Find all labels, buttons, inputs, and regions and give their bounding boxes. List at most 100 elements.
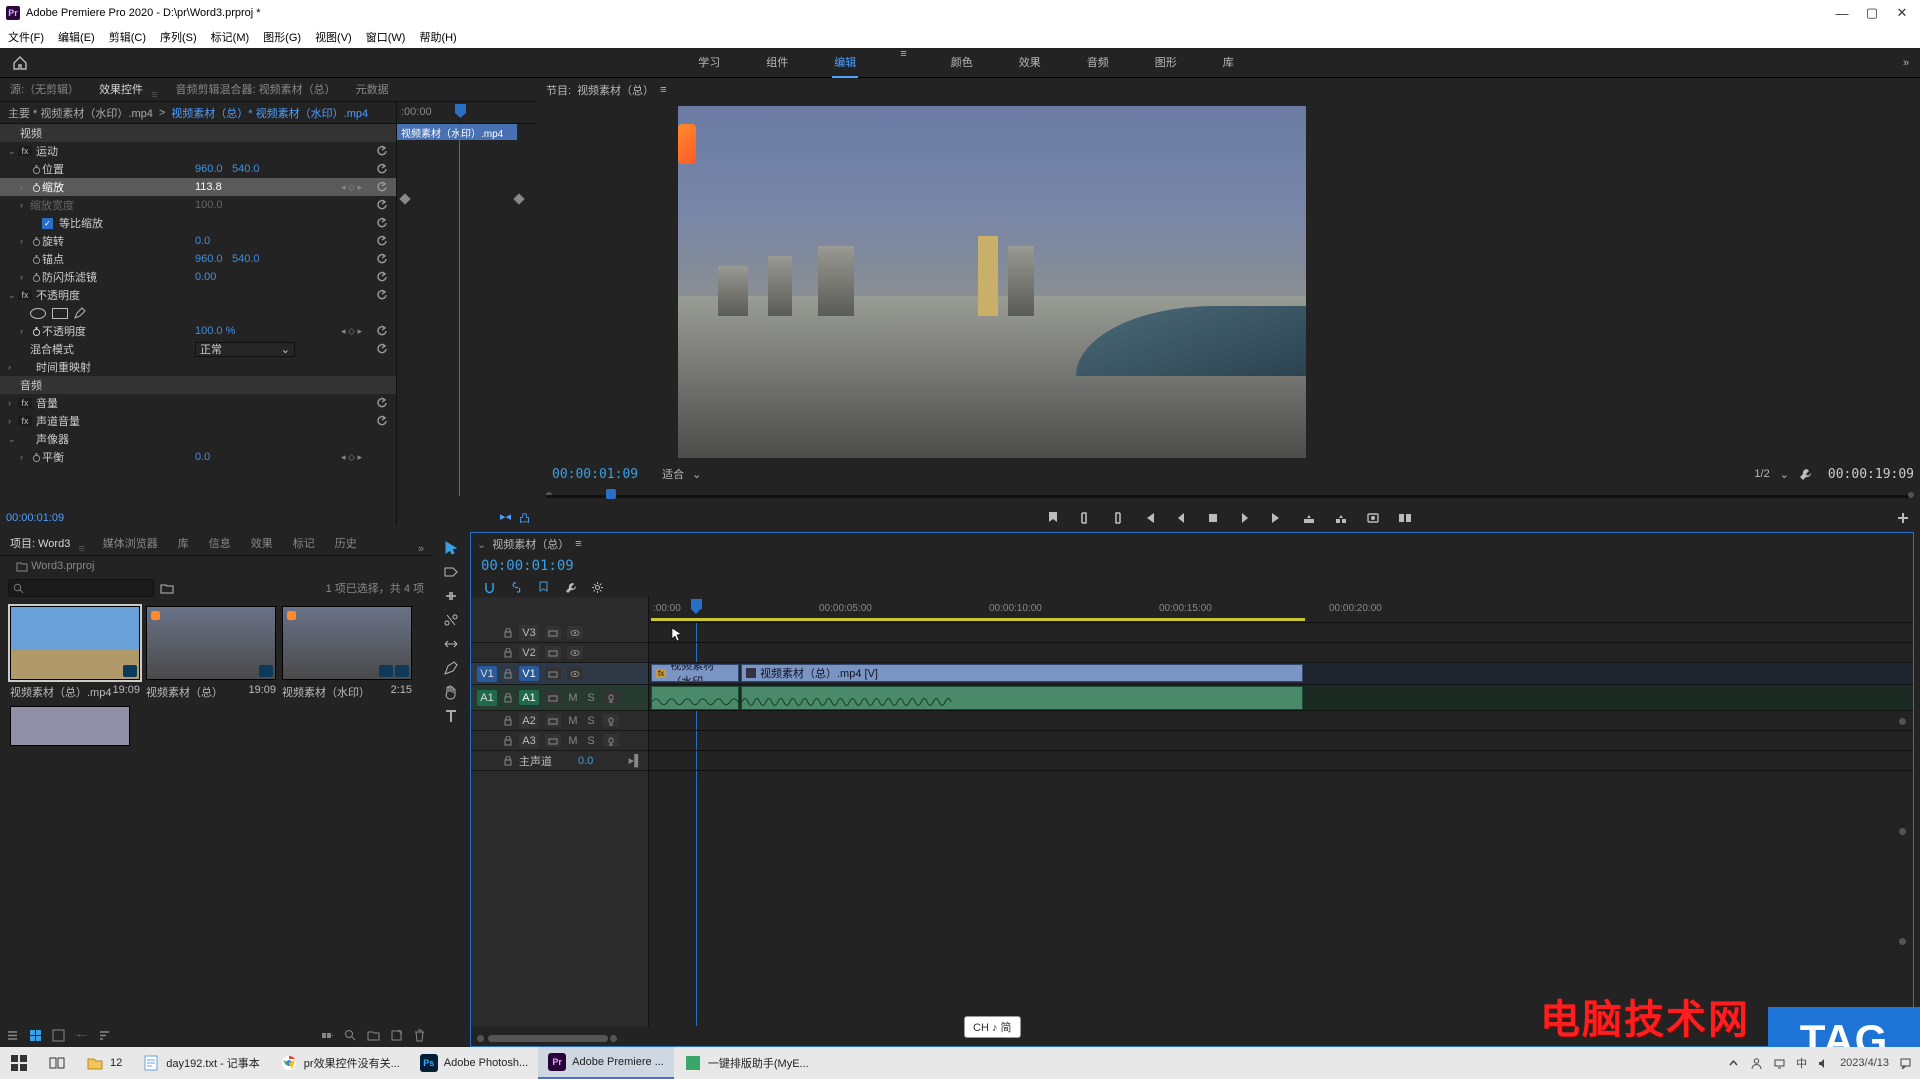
find-icon[interactable] [344,1029,357,1042]
step-back-icon[interactable] [1174,511,1188,525]
zoom-select[interactable]: 适合 [662,466,684,482]
stopwatch-icon[interactable] [30,255,42,264]
anchor-x[interactable]: 960.0 [195,253,223,265]
keyframe-nav[interactable]: ◂ ◇ ▸ [341,182,362,193]
resolution-select[interactable]: 1/2 [1754,468,1769,480]
ec-footer-timecode[interactable]: 00:00:01:09 [6,512,64,524]
linked-sel-icon[interactable] [510,581,523,594]
zoom-v-handle[interactable] [1899,718,1906,725]
reset-icon[interactable] [376,289,388,301]
export-frame-icon[interactable] [1366,511,1380,525]
volume-group[interactable]: 音量 [36,395,58,411]
reset-icon[interactable] [376,199,388,211]
eye-icon[interactable] [567,667,583,680]
ws-learn[interactable]: 学习 [696,48,722,78]
sync-lock-icon[interactable] [545,646,561,659]
ws-color[interactable]: 颜色 [949,48,975,78]
lock-icon[interactable] [503,693,513,703]
src-a1[interactable]: A1 [477,690,497,706]
menu-file[interactable]: 文件(F) [8,29,44,45]
tab-source[interactable]: 源:（无剪辑） [8,77,81,101]
reset-icon[interactable] [376,397,388,409]
type-tool-icon[interactable] [443,708,459,724]
minimize-button[interactable]: — [1836,7,1848,19]
ime-indicator[interactable]: CH ♪ 简 [964,1016,1021,1038]
hzoom-right[interactable] [610,1035,617,1042]
eye-icon[interactable] [567,626,583,639]
voice-icon[interactable] [603,691,619,704]
expand-icon[interactable]: ⌄ [8,290,18,301]
keyframe-nav[interactable]: ◂ ◇ ▸ [341,326,362,337]
keyframe-nav[interactable]: ◂ ◇ ▸ [341,452,362,463]
tab-media-browser[interactable]: 媒体浏览器 [101,531,160,555]
zoom-slider[interactable] [75,1029,88,1042]
menu-sequence[interactable]: 序列(S) [160,29,197,45]
tl-gear-icon[interactable] [591,581,604,594]
extract-icon[interactable] [1334,511,1348,525]
lock-icon[interactable] [503,756,513,766]
track-a2[interactable]: A2 [519,713,539,728]
ec-master-clip[interactable]: 主要 * 视频素材（水印）.mp4 [8,105,153,121]
reset-icon[interactable] [376,253,388,265]
tray-up-icon[interactable] [1727,1057,1740,1070]
ripple-tool-icon[interactable] [443,588,459,604]
tab-metadata[interactable]: 元数据 [354,77,391,101]
new-bin-icon[interactable] [367,1029,380,1042]
tb-explorer[interactable]: 12 [76,1047,132,1079]
sync-lock-icon[interactable] [545,691,561,704]
open-bin-icon[interactable] [160,582,174,594]
tab-effects[interactable]: 效果 [249,531,275,555]
tb-photoshop[interactable]: PsAdobe Photosh... [410,1047,538,1079]
new-item-icon[interactable] [390,1029,403,1042]
mask-ellipse-button[interactable] [30,308,46,319]
lock-icon[interactable] [503,648,513,658]
eye-icon[interactable] [567,646,583,659]
reset-icon[interactable] [376,145,388,157]
menu-view[interactable]: 视图(V) [315,29,352,45]
ec-out-icon[interactable]: 凸 [519,510,530,526]
pen-tool-icon[interactable] [443,660,459,676]
src-v1[interactable]: V1 [477,666,497,682]
tab-markers[interactable]: 标记 [291,531,317,555]
hzoom-left[interactable] [477,1035,484,1042]
tb-app[interactable]: 一键排版助手(MyE... [674,1047,819,1079]
track-a3[interactable]: A3 [519,733,539,748]
track-v1[interactable]: V1 [519,666,539,681]
lock-icon[interactable] [503,669,513,679]
auto-seq-icon[interactable] [321,1029,334,1042]
track-a1[interactable]: A1 [519,690,539,705]
menu-graphics[interactable]: 图形(G) [263,29,301,45]
time-remap-group[interactable]: 时间重映射 [36,359,91,375]
home-button[interactable] [0,56,40,70]
solo-button[interactable]: S [585,715,597,727]
menu-clip[interactable]: 剪辑(C) [109,29,146,45]
tb-chrome[interactable]: pr效果控件没有关... [270,1047,410,1079]
timeline-ruler[interactable]: :00:00 00:00:05:00 00:00:10:00 00:00:15:… [649,597,1913,623]
reset-icon[interactable] [376,235,388,247]
expand-icon[interactable]: › [8,398,18,408]
sync-lock-icon[interactable] [545,734,561,747]
ch-volume-group[interactable]: 声道音量 [36,413,80,429]
stopwatch-icon[interactable] [30,237,42,246]
tab-history[interactable]: 历史 [333,531,359,555]
tab-project[interactable]: 项目: Word3 [8,531,72,555]
hand-tool-icon[interactable] [443,684,459,700]
tray-people-icon[interactable] [1750,1057,1763,1070]
slip-tool-icon[interactable] [443,636,459,652]
panel-overflow-icon[interactable]: » [418,543,424,555]
solo-button[interactable]: S [585,735,597,747]
expand-icon[interactable]: › [20,182,30,192]
reset-icon[interactable] [376,181,388,193]
menu-help[interactable]: 帮助(H) [419,29,456,45]
expand-icon[interactable]: ⌄ [8,434,18,445]
sync-lock-icon[interactable] [545,626,561,639]
lock-icon[interactable] [503,736,513,746]
program-scrub[interactable] [546,486,1914,502]
ec-mini-clip[interactable]: 视频素材（水印）.mp4 [397,124,517,140]
track-v3[interactable]: V3 [519,625,539,640]
reset-icon[interactable] [376,325,388,337]
tray-notif-icon[interactable] [1899,1057,1912,1070]
sort-icon[interactable] [98,1029,111,1042]
track-select-tool-icon[interactable] [443,564,459,580]
trash-icon[interactable] [413,1029,426,1042]
